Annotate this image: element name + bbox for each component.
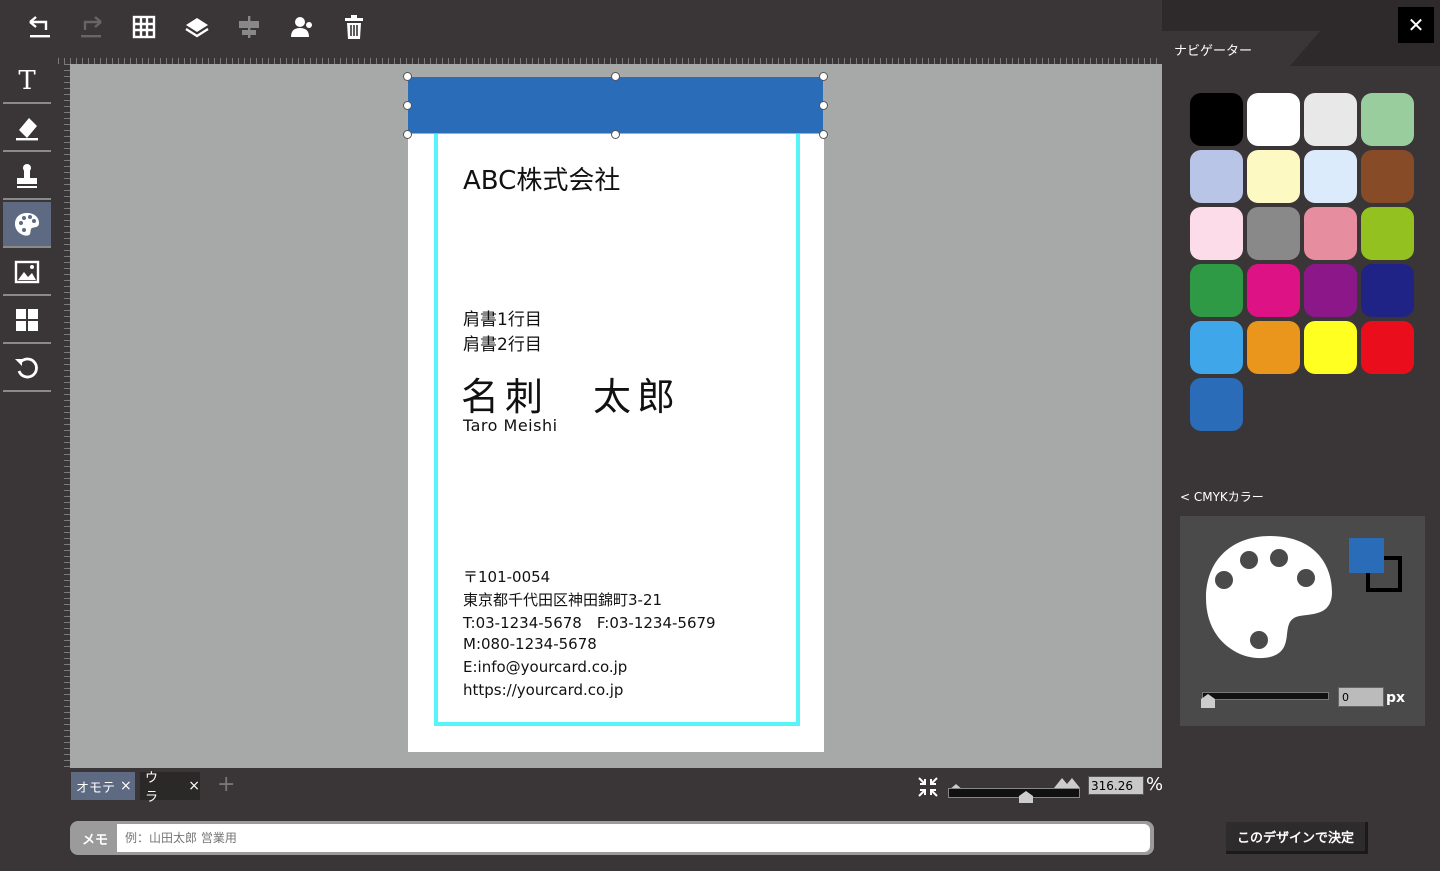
zoom-slider[interactable] — [948, 788, 1080, 798]
zoom-unit: % — [1146, 774, 1164, 795]
cmyk-color-link[interactable]: < CMYKカラー — [1180, 488, 1264, 505]
eraser-icon[interactable] — [3, 106, 51, 152]
email[interactable]: E:info@yourcard.co.jp — [463, 658, 627, 676]
color-swatch[interactable] — [1304, 321, 1357, 374]
color-swatch[interactable] — [1190, 321, 1243, 374]
resize-handle[interactable] — [819, 72, 828, 81]
memo-label: メモ — [74, 825, 116, 851]
address[interactable]: 東京都千代田区神田錦町3-21 — [463, 589, 662, 610]
color-swatch[interactable] — [1361, 93, 1414, 146]
color-swatch[interactable] — [1247, 150, 1300, 203]
tab-front[interactable]: オモテ × — [71, 772, 135, 800]
color-swatch[interactable] — [1247, 264, 1300, 317]
postal-code[interactable]: 〒101-0054 — [463, 566, 550, 587]
fit-screen-icon[interactable] — [916, 775, 940, 799]
left-toolbar: T — [0, 52, 58, 768]
layers-icon[interactable] — [180, 10, 214, 44]
horizontal-ruler — [58, 52, 1162, 64]
layout-icon[interactable] — [3, 298, 51, 344]
job-title-line1[interactable]: 肩書1行目 — [463, 305, 542, 330]
color-swatch[interactable] — [1304, 207, 1357, 260]
tel-fax[interactable]: T:03-1234-5678 F:03-1234-5679 — [463, 612, 716, 633]
close-glyph: ✕ — [1407, 13, 1425, 37]
job-title-line2[interactable]: 肩書2行目 — [463, 330, 542, 355]
stroke-width-slider-thumb[interactable] — [1201, 693, 1215, 708]
company-name[interactable]: ABC株式会社 — [463, 160, 620, 197]
redo-icon[interactable] — [75, 10, 109, 44]
zoom-out-icon[interactable] — [948, 776, 964, 791]
color-swatch[interactable] — [1247, 321, 1300, 374]
reset-icon[interactable] — [3, 346, 51, 392]
color-swatch[interactable] — [1361, 264, 1414, 317]
vertical-ruler — [58, 64, 70, 768]
resize-handle[interactable] — [819, 101, 828, 110]
trash-icon[interactable] — [337, 10, 371, 44]
resize-handle[interactable] — [403, 72, 412, 81]
confirm-design-button[interactable]: このデザインで決定 — [1226, 822, 1368, 854]
palette-icon[interactable] — [1204, 534, 1336, 660]
color-swatch[interactable] — [1361, 207, 1414, 260]
text-icon[interactable]: T — [3, 58, 51, 104]
tab-label: オモテ — [76, 780, 116, 796]
color-swatch[interactable] — [1190, 378, 1243, 431]
color-swatch[interactable] — [1304, 264, 1357, 317]
undo-icon[interactable] — [22, 10, 56, 44]
svg-text:T: T — [18, 66, 36, 94]
color-swatch[interactable] — [1361, 150, 1414, 203]
color-swatch[interactable] — [1247, 93, 1300, 146]
navigator-tab-edge — [1290, 31, 1320, 66]
navigator-tab[interactable]: ナビゲーター — [1162, 31, 1290, 66]
resize-handle[interactable] — [611, 130, 620, 139]
top-toolbar — [0, 0, 1162, 52]
tab-close-icon[interactable]: × — [188, 778, 200, 794]
color-swatch[interactable] — [1304, 150, 1357, 203]
zoom-slider-thumb[interactable] — [1019, 790, 1033, 805]
website-url[interactable]: https://yourcard.co.jp — [463, 681, 623, 699]
zoom-value-input[interactable] — [1088, 776, 1144, 795]
color-swatch[interactable] — [1190, 207, 1243, 260]
close-icon[interactable]: ✕ — [1398, 7, 1434, 43]
person-name-jp[interactable]: 名刺 太郎 — [461, 366, 681, 421]
palette-icon[interactable] — [3, 202, 51, 248]
stamp-icon[interactable] — [3, 154, 51, 200]
tab-label: ウラ — [145, 771, 159, 805]
color-swatch[interactable] — [1304, 93, 1357, 146]
mobile[interactable]: M:080-1234-5678 — [463, 635, 597, 653]
person-icon[interactable] — [285, 10, 319, 44]
fill-color-box[interactable] — [1349, 538, 1384, 573]
add-page-icon[interactable]: + — [217, 772, 235, 797]
grid-icon[interactable] — [127, 10, 161, 44]
stroke-width-unit: px — [1386, 690, 1406, 706]
memo-input[interactable] — [117, 824, 1150, 852]
resize-handle[interactable] — [403, 130, 412, 139]
color-swatch[interactable] — [1361, 321, 1414, 374]
color-swatch[interactable] — [1247, 207, 1300, 260]
image-icon[interactable] — [3, 250, 51, 296]
tab-close-icon[interactable]: × — [120, 778, 132, 794]
zoom-in-icon[interactable] — [1054, 773, 1080, 788]
selection-box[interactable] — [403, 72, 828, 139]
resize-handle[interactable] — [403, 101, 412, 110]
stroke-width-slider[interactable] — [1202, 692, 1329, 700]
stroke-width-input[interactable] — [1338, 687, 1384, 707]
resize-handle[interactable] — [819, 130, 828, 139]
color-swatch[interactable] — [1190, 93, 1243, 146]
person-name-en[interactable]: Taro Meishi — [463, 416, 558, 435]
align-icon[interactable] — [232, 10, 266, 44]
tab-back[interactable]: ウラ × — [140, 771, 200, 805]
color-swatch[interactable] — [1190, 150, 1243, 203]
resize-handle[interactable] — [611, 72, 620, 81]
color-swatch[interactable] — [1190, 264, 1243, 317]
navigator-title: ナビゲーター — [1174, 44, 1253, 59]
